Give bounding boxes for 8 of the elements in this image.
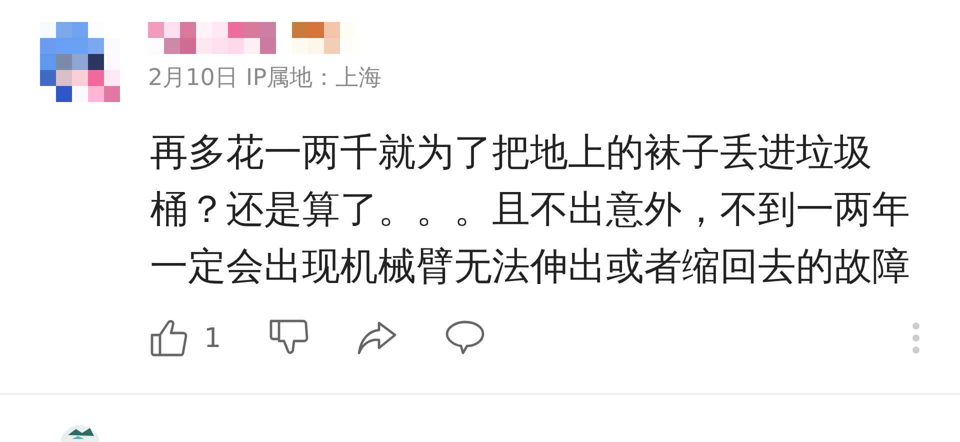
share-arrow-icon[interactable] [357,321,398,355]
comment-text: 再多花一两千就为了把地上的袜子丢进垃圾桶？还是算了。。。且不出意外，不到一两年一定会出现机械臂无法伸出或者缩回去的故障 [150,129,911,290]
comment-icon[interactable] [445,320,486,356]
like-count: 1 [204,322,222,354]
thumbs-down-icon[interactable] [269,319,310,357]
ip-location: IP属地：上海 [246,64,382,92]
comment-date: 2月10日 [148,64,238,92]
thumbs-up-icon[interactable] [150,319,190,357]
